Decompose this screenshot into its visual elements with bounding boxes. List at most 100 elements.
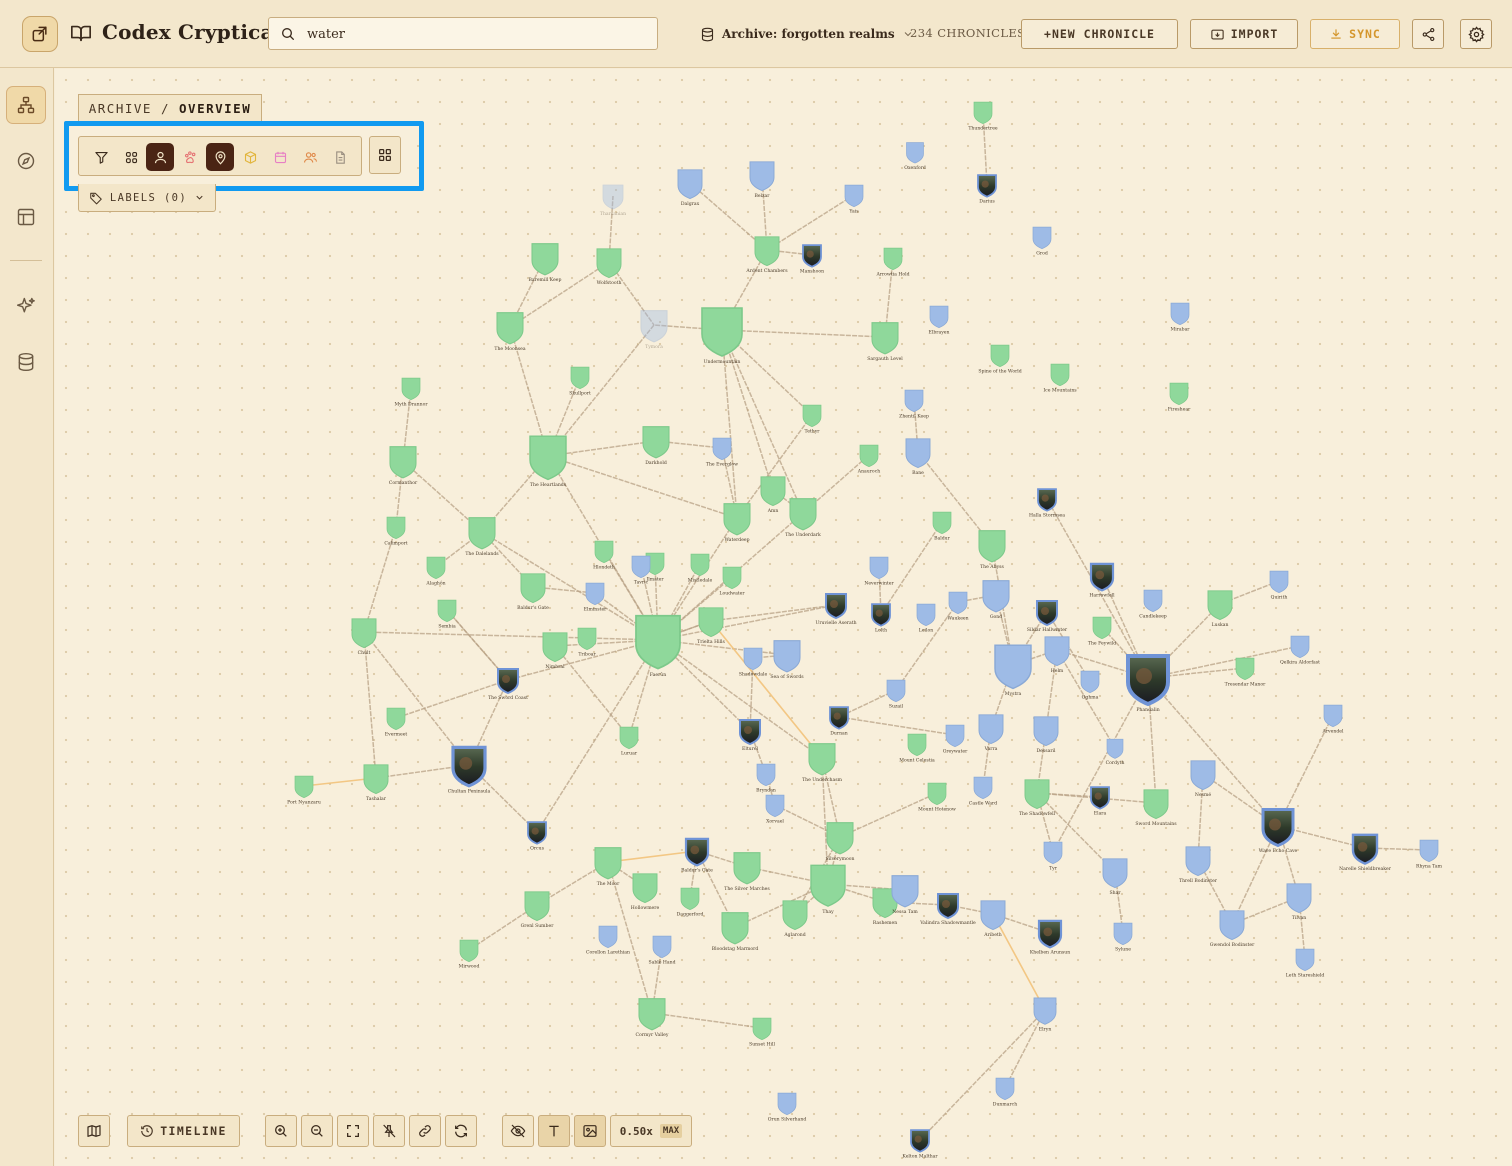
graph-node[interactable]: Nessa Tam: [891, 875, 919, 916]
graph-node[interactable]: Mount Hotenow: [918, 782, 956, 813]
graph-node[interactable]: Mount Celestia: [899, 733, 935, 764]
graph-node[interactable]: The Shadowfell: [1019, 779, 1056, 817]
graph-node[interactable]: Greywater: [943, 724, 968, 755]
graph-node[interactable]: Cormyr Valley: [636, 998, 669, 1038]
graph-node[interactable]: Castle Ward: [969, 776, 997, 807]
graph-node[interactable]: Grod: [1032, 226, 1052, 257]
graph-node[interactable]: The Silver Marches: [724, 852, 770, 893]
graph-node[interactable]: Alaghôn: [425, 556, 446, 587]
graph-node[interactable]: Xorvael: [765, 794, 784, 825]
graph-node[interactable]: Tashalar: [363, 764, 389, 802]
graph-node[interactable]: Waterdeep: [723, 503, 751, 544]
graph-node[interactable]: Bane: [905, 438, 931, 476]
graph-node[interactable]: The Feywild: [1088, 616, 1116, 647]
graph-node[interactable]: Sildar Hallwinter: [1027, 600, 1068, 633]
graph-node[interactable]: Harrowfell: [1089, 562, 1115, 599]
graph-node[interactable]: Myth Drannor: [394, 377, 428, 408]
graph-node[interactable]: Tilvan: [1286, 883, 1312, 921]
graph-node[interactable]: Tresendar Manor: [1225, 657, 1267, 688]
graph-node[interactable]: The Underchasm: [802, 743, 843, 784]
graph-node[interactable]: Loudwater: [719, 566, 745, 597]
graph-node[interactable]: The Everglow: [706, 437, 738, 468]
graph-node[interactable]: Sargauth Level: [867, 322, 903, 363]
hide-button[interactable]: [502, 1115, 534, 1147]
graph-node[interactable]: The Abyss: [978, 530, 1006, 571]
graph-node[interactable]: Oxenford: [904, 142, 926, 171]
graph-node[interactable]: Darkhold: [642, 426, 670, 467]
graph-node[interactable]: The Dalelands: [465, 517, 499, 558]
graph-node[interactable]: Arrowtia Hold: [875, 247, 910, 278]
graph-node[interactable]: Helm: [1044, 636, 1070, 674]
graph-node[interactable]: Spine of the World: [978, 344, 1022, 375]
graph-node[interactable]: Tymora: [640, 310, 668, 351]
graph-node[interactable]: Mirwood: [459, 939, 480, 970]
graph-node[interactable]: Elryn: [1033, 997, 1057, 1033]
graph-node[interactable]: Triboar: [577, 627, 596, 658]
graph-node[interactable]: Tharsanian: [600, 184, 626, 217]
graph-node[interactable]: Quirith: [1269, 570, 1289, 601]
graph-node[interactable]: Port Nyanzaru: [287, 775, 321, 806]
graph-node[interactable]: Leth Stareshield: [1286, 948, 1325, 979]
graph-node[interactable]: Lolth: [871, 603, 891, 634]
graph-node[interactable]: Aribeth: [980, 900, 1006, 938]
graph-node[interactable]: Tethyr: [802, 404, 822, 435]
graph-node[interactable]: Dunmarch: [993, 1077, 1017, 1108]
sidebar-explore[interactable]: [6, 142, 46, 180]
graph-node[interactable]: Baldur: [932, 511, 952, 542]
graph-node[interactable]: Sylune: [1113, 922, 1133, 953]
graph-node[interactable]: Uruvielle Aserath: [815, 593, 857, 626]
breadcrumb-root[interactable]: ARCHIVE: [89, 101, 152, 116]
graph-node[interactable]: Corellon Larethian: [586, 925, 630, 956]
graph-node[interactable]: Qelkira Aldorfast: [1280, 635, 1320, 666]
graph-node[interactable]: Neverwinter: [864, 556, 894, 587]
graph-node[interactable]: Cormanthor: [389, 446, 418, 487]
sidebar-graph-view[interactable]: [6, 86, 46, 124]
graph-node[interactable]: The Moonsea: [494, 312, 526, 353]
graph-node[interactable]: Tyr: [1043, 841, 1063, 872]
graph-node[interactable]: Undermountain: [701, 307, 743, 365]
graph-node[interactable]: Silverymoon: [825, 822, 855, 863]
graph-node[interactable]: Nimbral: [542, 632, 568, 670]
graph-node[interactable]: Rhyna Tam: [1416, 839, 1443, 870]
sidebar-database[interactable]: [6, 343, 46, 381]
link-button[interactable]: [409, 1115, 441, 1147]
graph-node[interactable]: Chultan Peninsula: [448, 745, 491, 794]
graph-node[interactable]: Bryndan: [756, 763, 776, 794]
labels-filter-button[interactable]: LABELS (0): [78, 184, 216, 212]
graph-node[interactable]: Skullport: [569, 366, 591, 397]
graph-node[interactable]: Elbrayen: [929, 305, 950, 336]
graph-node[interactable]: Baldur's Gate: [517, 573, 549, 611]
graph-node[interactable]: Tavric: [631, 555, 651, 586]
graph-node[interactable]: Calimport: [384, 516, 408, 547]
graph-canvas[interactable]: Thundertree Oxenford Darius Dalgrax Belzar Ya…: [55, 69, 1512, 1166]
graph-node[interactable]: Leilon: [916, 603, 936, 634]
graph-node[interactable]: Mirabar: [1171, 302, 1191, 333]
graph-node[interactable]: Trielta Hills: [697, 607, 726, 645]
graph-node[interactable]: Shar: [1102, 858, 1128, 896]
map-view-button[interactable]: [78, 1115, 110, 1147]
graph-node[interactable]: Yais: [844, 184, 864, 215]
graph-node[interactable]: Dalgrax: [677, 169, 703, 207]
graph-node[interactable]: Baremill Keep: [529, 243, 562, 284]
graph-node[interactable]: Sunset Hill: [749, 1017, 775, 1048]
graph-node[interactable]: Threll Bodinster: [1179, 846, 1218, 884]
graph-node[interactable]: Narelle Shieldbreaker: [1339, 833, 1392, 872]
graph-node[interactable]: Halla Stormsea: [1029, 488, 1065, 519]
graph-node[interactable]: Baldur's Gate: [681, 837, 713, 874]
share-button[interactable]: [1412, 19, 1444, 49]
graph-node[interactable]: Sembia: [437, 599, 457, 630]
graph-node[interactable]: Luskan: [1207, 590, 1233, 628]
graph-node[interactable]: Candlekeep: [1139, 589, 1167, 620]
zoom-out-button[interactable]: [301, 1115, 333, 1147]
graph-node[interactable]: Daggerford: [677, 887, 704, 918]
new-chronicle-button[interactable]: +NEW CHRONICLE: [1021, 19, 1178, 49]
graph-node[interactable]: The Moor: [594, 847, 622, 888]
fit-view-button[interactable]: [337, 1115, 369, 1147]
app-logo-button[interactable]: [22, 16, 58, 52]
graph-node[interactable]: Orun Silverhand: [768, 1092, 807, 1123]
graph-node[interactable]: Elminster: [584, 582, 608, 613]
unpin-button[interactable]: [373, 1115, 405, 1147]
graph-node[interactable]: Durnan: [829, 706, 849, 737]
graph-node[interactable]: Chult: [351, 618, 377, 656]
graph-node[interactable]: The Heartlands: [529, 435, 567, 488]
